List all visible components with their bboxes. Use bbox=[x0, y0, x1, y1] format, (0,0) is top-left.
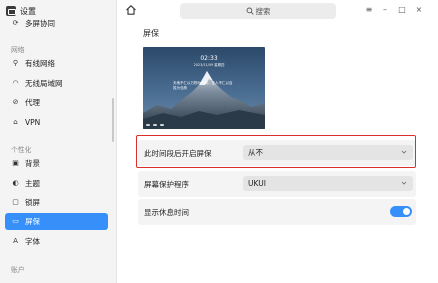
lock-screen-icon: ▢ bbox=[12, 198, 19, 206]
screensaver-program-value: UKUI bbox=[248, 179, 266, 188]
sidebar-item-lock-screen[interactable]: ▢ 锁屏 bbox=[5, 194, 108, 211]
preview-controls bbox=[146, 123, 164, 126]
screensaver-program-select[interactable]: UKUI bbox=[243, 176, 413, 191]
wired-network-icon: ⚲ bbox=[12, 59, 19, 67]
sidebar-item-label: 屏保 bbox=[25, 217, 40, 226]
search-input[interactable]: 搜索 bbox=[180, 3, 336, 19]
sidebar-item-label: 主题 bbox=[25, 179, 40, 188]
sidebar-item-label: 无线局域网 bbox=[25, 79, 63, 88]
search-placeholder: 搜索 bbox=[255, 6, 271, 16]
show-rest-time-row: 显示休息时间 bbox=[138, 199, 416, 225]
sync-icon: ⟳ bbox=[12, 19, 19, 27]
menu-button[interactable]: ≡ bbox=[364, 5, 374, 15]
sidebar-item-label: 锁屏 bbox=[25, 198, 40, 207]
sidebar-item-label: 多屏协同 bbox=[25, 19, 55, 28]
background-icon: ▣ bbox=[12, 159, 19, 167]
screensaver-preview: 02:33 2023/11/09 星期四 天地不仁以万物为刍狗，圣人不仁以百姓为… bbox=[143, 47, 265, 129]
sidebar-item-label: 字体 bbox=[25, 237, 40, 246]
preview-date: 2023/11/09 星期四 bbox=[193, 63, 225, 67]
vpn-icon: ⌂ bbox=[13, 118, 18, 126]
sidebar-item-multiscreen[interactable]: ⟳ 多屏协同 bbox=[5, 15, 108, 32]
group-label-account: 账户 bbox=[11, 266, 25, 274]
wifi-icon: ◠ bbox=[12, 79, 19, 87]
screensaver-program-label: 屏幕保护程序 bbox=[144, 179, 189, 189]
sidebar-item-label: 代理 bbox=[25, 98, 40, 107]
page-title: 屏保 bbox=[143, 29, 159, 38]
home-button[interactable] bbox=[125, 4, 137, 16]
highlight-box bbox=[136, 135, 416, 168]
sidebar-item-label: 背景 bbox=[25, 159, 40, 168]
sidebar-item-label: VPN bbox=[25, 118, 41, 127]
preview-time: 02:33 bbox=[200, 55, 218, 62]
sidebar-item-wired-network[interactable]: ⚲ 有线网络 bbox=[5, 55, 108, 72]
close-button[interactable]: × bbox=[414, 5, 424, 15]
sidebar-item-screensaver[interactable]: ▭ 屏保 bbox=[5, 213, 108, 230]
sidebar-item-vpn[interactable]: ⌂ VPN bbox=[5, 114, 108, 131]
screensaver-icon: ▭ bbox=[12, 217, 19, 225]
sidebar-scrollbar[interactable] bbox=[112, 98, 114, 142]
proxy-icon: ⊘ bbox=[12, 98, 19, 106]
sidebar-item-wifi[interactable]: ◠ 无线局域网 bbox=[5, 75, 108, 92]
chevron-down-icon bbox=[401, 181, 407, 185]
theme-icon: ◐ bbox=[12, 179, 19, 187]
home-icon bbox=[126, 5, 136, 15]
sidebar-item-theme[interactable]: ◐ 主题 bbox=[5, 175, 108, 192]
sidebar-item-font[interactable]: A 字体 bbox=[5, 233, 108, 250]
sidebar-item-background[interactable]: ▣ 背景 bbox=[5, 155, 108, 172]
preview-quote: 天地不仁以万物为刍狗，圣人不仁以百姓为刍狗 bbox=[173, 81, 233, 90]
show-rest-time-toggle[interactable] bbox=[390, 206, 412, 217]
sidebar: 设置 ⟳ 多屏协同 网络 ⚲ 有线网络 ◠ 无线局域网 ⊘ 代理 ⌂ VPN 个… bbox=[0, 0, 117, 283]
minimize-button[interactable]: – bbox=[380, 5, 390, 15]
show-rest-time-label: 显示休息时间 bbox=[144, 207, 189, 217]
group-label-personalization: 个性化 bbox=[11, 146, 32, 154]
sidebar-item-proxy[interactable]: ⊘ 代理 bbox=[5, 94, 108, 111]
screensaver-program-row: 屏幕保护程序 UKUI bbox=[138, 171, 416, 197]
sidebar-item-label: 有线网络 bbox=[25, 59, 55, 68]
maximize-button[interactable]: □ bbox=[397, 5, 407, 15]
search-icon bbox=[246, 7, 254, 15]
group-label-network: 网络 bbox=[11, 46, 25, 54]
font-icon: A bbox=[13, 237, 18, 245]
